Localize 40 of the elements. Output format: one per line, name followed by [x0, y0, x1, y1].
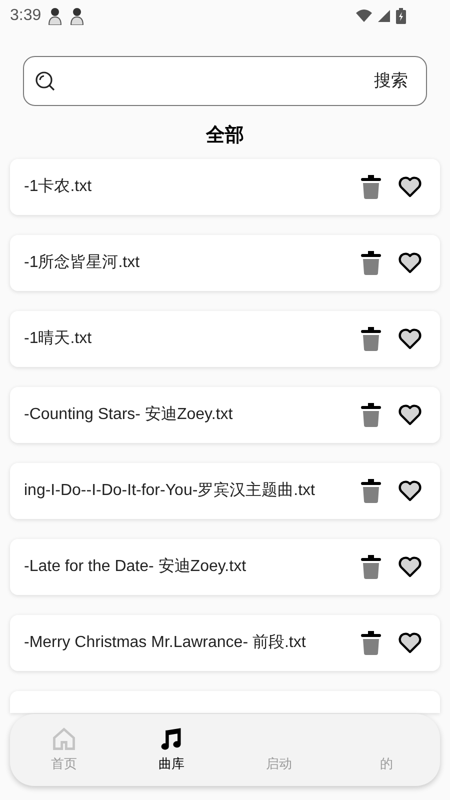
battery-icon	[396, 8, 406, 24]
file-name: -Counting Stars- 安迪Zoey.txt	[24, 404, 234, 424]
nav-tab[interactable]: 曲库	[118, 726, 225, 774]
avatar-icon	[47, 7, 64, 25]
trash-icon[interactable]	[361, 174, 381, 198]
file-card[interactable]: ing-I-Do--I-Do-It-for-You-罗宾汉主题曲.txt	[10, 462, 440, 518]
heart-icon[interactable]	[398, 328, 422, 350]
status-time: 3:39	[10, 6, 42, 26]
trash-icon[interactable]	[361, 630, 381, 654]
trash-icon[interactable]	[361, 478, 381, 502]
file-card[interactable]: -1所念皆星河.txt	[10, 234, 440, 290]
file-name: -1所念皆星河.txt	[24, 252, 141, 272]
trash-icon[interactable]	[361, 402, 381, 426]
wifi-icon	[356, 9, 372, 23]
file-card[interactable]: -1晴天.txt	[10, 310, 440, 366]
avatar-icon	[69, 7, 86, 25]
file-card[interactable]: -Late for the Date- 安迪Zoey.txt	[10, 538, 440, 594]
file-card[interactable]: -Merry Christmas Mr.Lawrance- 前段.txt	[10, 614, 440, 670]
file-name: -1卡农.txt	[24, 176, 93, 196]
file-name: -Merry Christmas Mr.Lawrance- 前段.txt	[24, 632, 307, 652]
home-icon	[50, 726, 77, 752]
signal-icon	[378, 10, 390, 22]
heart-icon[interactable]	[398, 252, 422, 274]
heart-icon[interactable]	[398, 176, 422, 198]
trash-icon[interactable]	[361, 326, 381, 350]
trash-icon[interactable]	[361, 250, 381, 274]
file-card[interactable]: -1卡农.txt	[10, 158, 440, 214]
search-icon	[34, 70, 56, 92]
heart-icon[interactable]	[398, 632, 422, 654]
file-name: ing-I-Do--I-Do-It-for-You-罗宾汉主题曲.txt	[24, 480, 316, 500]
heart-icon[interactable]	[398, 404, 422, 426]
section-title: 全部	[206, 124, 244, 148]
file-name: -Late for the Date- 安迪Zoey.txt	[24, 556, 248, 576]
search-button[interactable]: 搜索	[374, 68, 408, 94]
file-name: -1晴天.txt	[24, 328, 93, 348]
heart-icon[interactable]	[398, 556, 422, 578]
trash-icon[interactable]	[361, 554, 381, 578]
heart-icon[interactable]	[398, 480, 422, 502]
file-card[interactable]: -Counting Stars- 安迪Zoey.txt	[10, 386, 440, 442]
search-field[interactable]: 搜索	[23, 56, 427, 106]
